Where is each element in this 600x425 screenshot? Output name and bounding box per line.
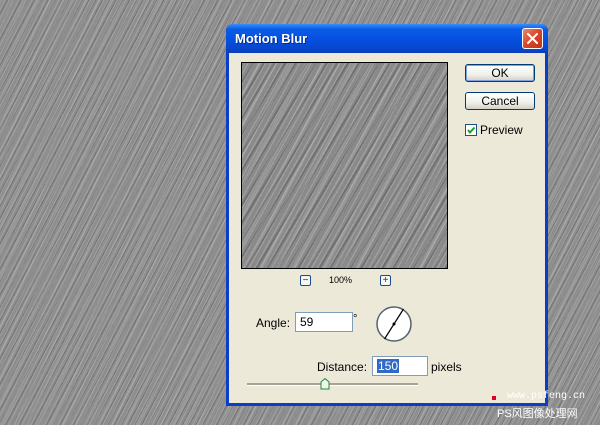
slider-thumb-icon[interactable] (320, 378, 330, 390)
degree-unit: ° (353, 313, 358, 325)
angle-label: Angle: (256, 316, 291, 330)
watermark-text: PS风图像处理网 (497, 408, 578, 420)
close-icon (527, 33, 538, 44)
checkmark-icon (467, 126, 476, 135)
zoom-in-button[interactable]: + (380, 275, 391, 286)
motion-blur-dialog: Motion Blur − 100% + OK Cancel Preview A… (226, 24, 548, 406)
pixels-unit: pixels (431, 360, 462, 374)
preview-checkbox[interactable] (465, 124, 477, 136)
watermark-site: www.psfeng.cn (507, 391, 586, 402)
dialog-title: Motion Blur (235, 31, 308, 46)
close-button[interactable] (522, 28, 543, 49)
distance-slider-track[interactable] (247, 383, 418, 386)
watermark-dot (492, 396, 496, 400)
zoom-level: 100% (329, 275, 353, 285)
cancel-button[interactable]: Cancel (465, 92, 535, 110)
ok-button[interactable]: OK (465, 64, 535, 82)
preview-label: Preview (480, 123, 523, 137)
dialog-titlebar[interactable]: Motion Blur (226, 24, 548, 53)
angle-input[interactable]: 59 (295, 312, 353, 332)
distance-label: Distance: (317, 360, 368, 374)
preview-image[interactable] (241, 62, 448, 269)
zoom-out-button[interactable]: − (300, 275, 311, 286)
angle-dial-icon[interactable] (375, 305, 413, 343)
distance-input[interactable]: 150 (372, 356, 428, 376)
distance-value: 150 (377, 359, 400, 373)
